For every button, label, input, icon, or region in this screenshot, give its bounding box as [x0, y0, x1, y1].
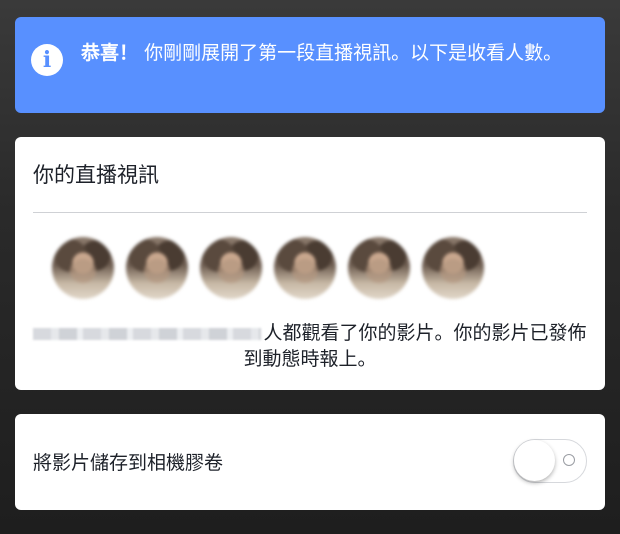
banner-congrats: 恭喜！: [81, 42, 139, 64]
toggle-off-indicator: [563, 454, 575, 466]
live-video-card: 你的直播視訊 人都觀看了你的影片。你的影片已發佈到動態時報上。: [15, 137, 605, 390]
avatar[interactable]: [348, 237, 410, 299]
blurred-viewer-names: [33, 327, 262, 340]
avatar[interactable]: [126, 237, 188, 299]
banner-body: 你剛剛展開了第一段直播視訊。以下是收看人數。: [144, 42, 563, 64]
viewers-summary: 人都觀看了你的影片。你的影片已發佈到動態時報上。: [15, 320, 605, 372]
viewer-avatars: [52, 237, 496, 299]
avatar[interactable]: [52, 237, 114, 299]
save-to-camera-roll-card: 將影片儲存到相機膠卷: [15, 414, 605, 510]
toggle-knob[interactable]: [514, 440, 555, 481]
banner-message: 恭喜！ 你剛剛展開了第一段直播視訊。以下是收看人數。: [81, 41, 581, 66]
info-icon: i: [31, 44, 63, 76]
divider: [33, 212, 587, 213]
avatar[interactable]: [200, 237, 262, 299]
save-to-camera-roll-label: 將影片儲存到相機膠卷: [33, 452, 224, 474]
avatar[interactable]: [422, 237, 484, 299]
save-to-camera-roll-toggle[interactable]: [513, 439, 587, 483]
viewers-text: 人都觀看了你的影片。你的影片已發佈到動態時報上。: [243, 322, 587, 370]
card-title: 你的直播視訊: [33, 163, 159, 187]
avatar[interactable]: [274, 237, 336, 299]
notification-banner: i 恭喜！ 你剛剛展開了第一段直播視訊。以下是收看人數。: [15, 17, 605, 113]
